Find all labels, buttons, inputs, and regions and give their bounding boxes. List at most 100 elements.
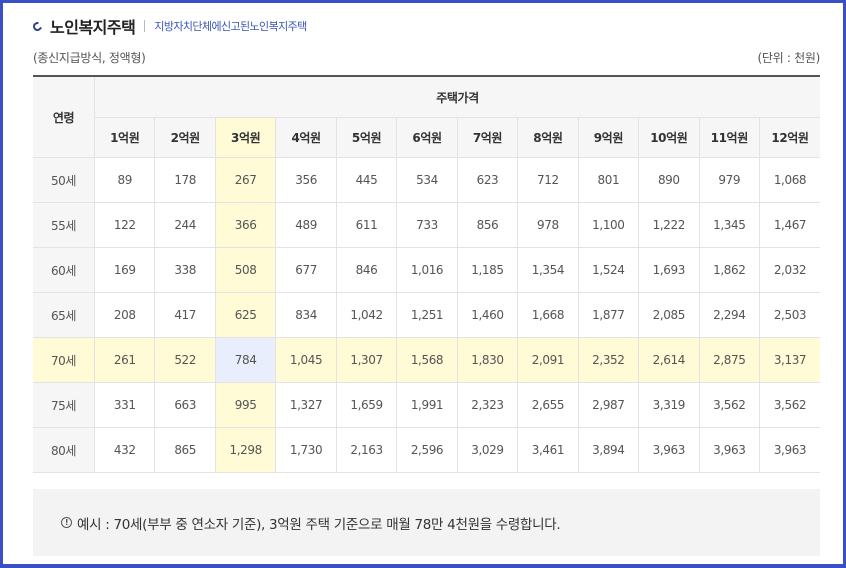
age-cell: 65세 [33, 292, 95, 338]
amount-cell: 1,693 [638, 247, 700, 293]
amount-cell: 846 [336, 247, 398, 293]
amount-cell: 2,987 [578, 382, 640, 428]
amount-cell: 865 [154, 427, 216, 473]
amount-cell: 3,894 [578, 427, 640, 473]
amount-cell: 979 [699, 157, 760, 203]
amount-cell: 856 [457, 202, 519, 248]
price-column-header: 2억원 [154, 117, 216, 158]
amount-cell: 712 [517, 157, 579, 203]
age-cell: 55세 [33, 202, 95, 248]
table-row: 65세 208 417 625 834 1,042 1,251 1,460 1,668 1,877… [33, 292, 820, 338]
amount-cell: 1,659 [336, 382, 398, 428]
amount-cell: 261 [94, 337, 156, 383]
amount-cell: 208 [94, 292, 156, 338]
amount-cell: 267 [215, 157, 277, 203]
amount-cell: 663 [154, 382, 216, 428]
amount-cell: 3,562 [759, 382, 820, 428]
table-row: 80세 432 865 1,298 1,730 2,163 2,596 3,029 3,461 3… [33, 427, 820, 473]
section-header: 노인복지주택 지방자치단체에신고된노인복지주택 [31, 14, 307, 38]
amount-cell: 2,655 [517, 382, 579, 428]
price-column-header: 8억원 [517, 117, 579, 158]
amount-cell: 366 [215, 202, 277, 248]
table-row: 60세 169 338 508 677 846 1,016 1,185 1,354 1,524 1,… [33, 247, 820, 293]
age-cell: 80세 [33, 427, 95, 473]
info-circle-icon: ! [61, 517, 72, 528]
header-divider [144, 20, 146, 32]
amount-cell: 995 [215, 382, 277, 428]
price-column-header: 4억원 [275, 117, 337, 158]
example-note-text: 예시 : 70세(부부 중 연소자 기준), 3억원 주택 기준으로 매월 78… [77, 516, 561, 533]
amount-cell: 2,323 [457, 382, 519, 428]
table-row: 55세 122 244 366 489 611 733 856 978 1,100 1,222 1,3… [33, 202, 820, 248]
amount-cell: 244 [154, 202, 216, 248]
price-column-header-row: 1억원 2억원 3억원 4억원 5억원 6억원 7억원 8억원 9억원 10억원 11억원 12억원 [33, 117, 820, 158]
example-note: ! 예시 : 70세(부부 중 연소자 기준), 3억원 주택 기준으로 매월 … [33, 489, 820, 556]
section-bullet-icon [31, 19, 44, 33]
amount-cell: 3,137 [759, 337, 820, 383]
amount-cell: 801 [578, 157, 640, 203]
amount-cell: 1,307 [336, 337, 398, 383]
amount-cell: 489 [275, 202, 337, 248]
amount-cell: 122 [94, 202, 156, 248]
amount-cell: 3,029 [457, 427, 519, 473]
amount-cell: 1,298 [215, 427, 277, 473]
table-body: 50세 89 178 267 356 445 534 623 712 801 890 979 1,068… [33, 157, 820, 473]
amount-cell: 677 [275, 247, 337, 293]
amount-cell: 1,467 [759, 202, 820, 248]
table-header-row: 연령 주택가격 [33, 75, 820, 158]
amount-cell: 1,668 [517, 292, 579, 338]
amount-cell: 2,596 [396, 427, 458, 473]
age-cell: 75세 [33, 382, 95, 428]
age-column-header: 연령 [33, 75, 95, 158]
price-column-header: 1억원 [94, 117, 156, 158]
amount-cell: 2,091 [517, 337, 579, 383]
amount-cell: 978 [517, 202, 579, 248]
section-title: 노인복지주택 [50, 18, 136, 37]
amount-cell: 508 [215, 247, 277, 293]
amount-cell: 356 [275, 157, 337, 203]
amount-cell: 169 [94, 247, 156, 293]
amount-cell: 3,319 [638, 382, 700, 428]
amount-cell: 2,085 [638, 292, 700, 338]
price-column-header: 11억원 [699, 117, 760, 158]
price-column-header: 3억원 [215, 117, 277, 158]
pension-rate-table: 연령 주택가격 1억원 2억원 3억원 4억원 5억원 6억원 7억원 8억원 9억원 10억원 1… [33, 75, 820, 473]
amount-cell: 2,032 [759, 247, 820, 293]
amount-cell: 331 [94, 382, 156, 428]
amount-cell: 2,294 [699, 292, 760, 338]
amount-cell: 3,461 [517, 427, 579, 473]
amount-cell: 784 [215, 337, 277, 383]
amount-cell: 1,185 [457, 247, 519, 293]
amount-cell: 834 [275, 292, 337, 338]
age-cell: 60세 [33, 247, 95, 293]
amount-cell: 522 [154, 337, 216, 383]
amount-cell: 338 [154, 247, 216, 293]
amount-cell: 611 [336, 202, 398, 248]
house-price-group-header: 주택가격 [94, 75, 820, 118]
table-row: 50세 89 178 267 356 445 534 623 712 801 890 979 1,068 [33, 157, 820, 203]
price-column-header: 9억원 [578, 117, 640, 158]
amount-cell: 2,503 [759, 292, 820, 338]
amount-cell: 3,562 [699, 382, 760, 428]
table-row: 70세 261 522 784 1,045 1,307 1,568 1,830 2,091 2,3… [33, 337, 820, 383]
amount-cell: 1,327 [275, 382, 337, 428]
age-cell: 50세 [33, 157, 95, 203]
amount-cell: 1,568 [396, 337, 458, 383]
amount-cell: 2,614 [638, 337, 700, 383]
amount-cell: 417 [154, 292, 216, 338]
amount-cell: 2,352 [578, 337, 640, 383]
amount-cell: 445 [336, 157, 398, 203]
amount-cell: 1,042 [336, 292, 398, 338]
amount-cell: 534 [396, 157, 458, 203]
age-cell: 70세 [33, 337, 95, 383]
amount-cell: 1,100 [578, 202, 640, 248]
price-column-header: 5억원 [336, 117, 398, 158]
amount-cell: 3,963 [759, 427, 820, 473]
amount-cell: 1,730 [275, 427, 337, 473]
amount-cell: 1,460 [457, 292, 519, 338]
amount-cell: 890 [638, 157, 700, 203]
amount-cell: 432 [94, 427, 156, 473]
amount-cell: 1,991 [396, 382, 458, 428]
amount-cell: 623 [457, 157, 519, 203]
price-column-header: 12억원 [759, 117, 820, 158]
